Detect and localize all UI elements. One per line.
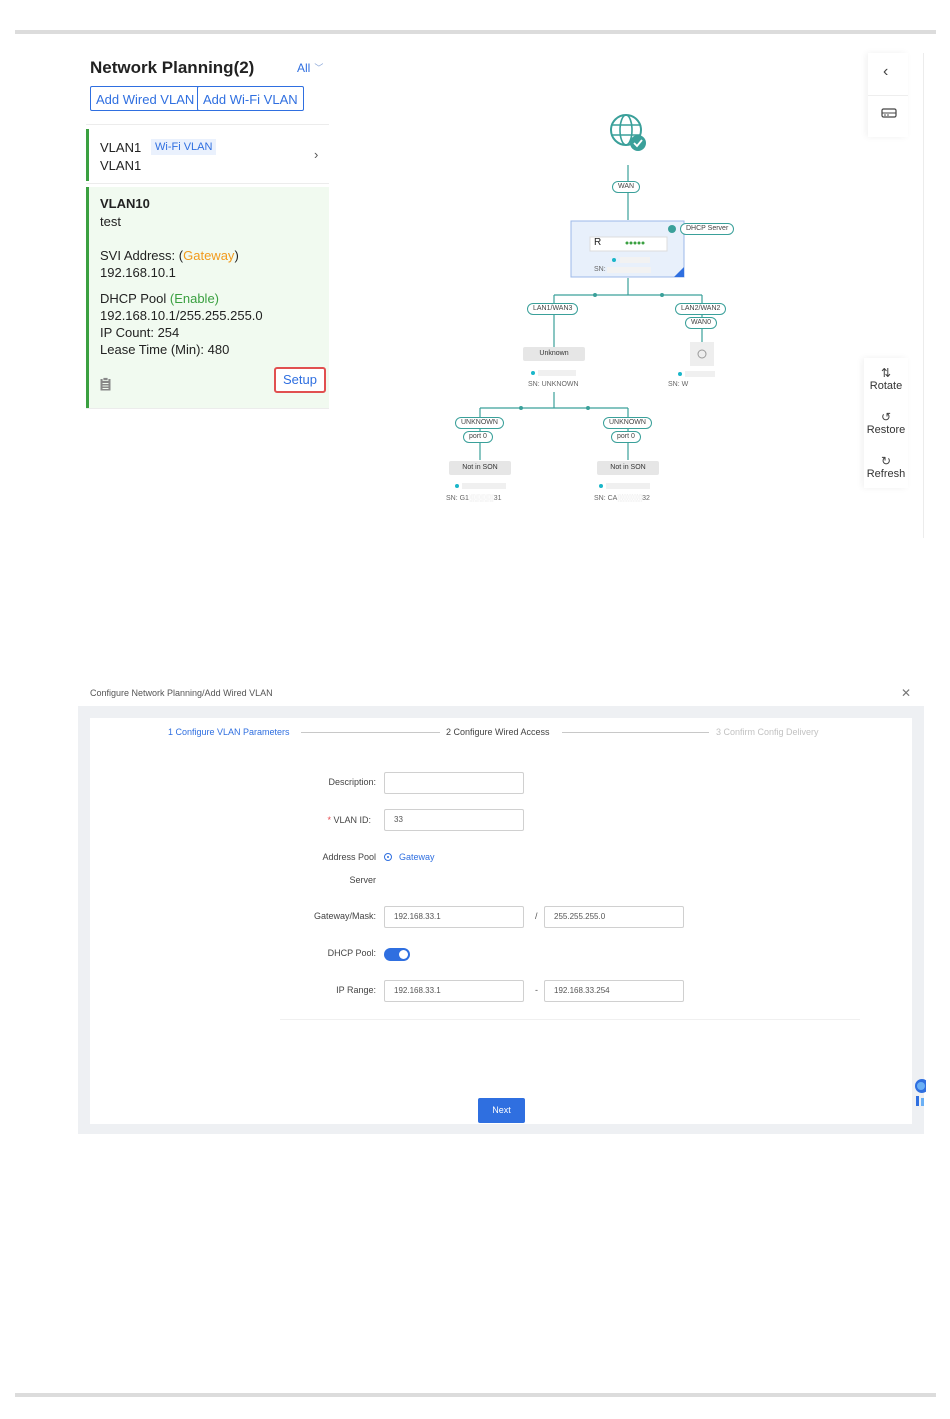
close-icon[interactable]: ✕	[901, 686, 911, 700]
gateway-radio[interactable]	[384, 853, 392, 861]
refresh-icon: ↻	[880, 454, 892, 468]
wifi-vlan-badge: Wi-Fi VLAN	[151, 139, 217, 155]
dialog-title: Configure Network Planning/Add Wired VLA…	[90, 688, 273, 698]
wan0-port-label: WAN0	[685, 317, 717, 329]
ip-count: IP Count: 254	[100, 325, 180, 340]
ip-range-start-input[interactable]: 192.168.33.1	[384, 980, 524, 1002]
ip-range-label: IP Range:	[336, 985, 376, 995]
switch-2-sn: SN: CA░░░░░32	[594, 495, 650, 502]
step-3: 3 Confirm Config Delivery	[716, 727, 819, 737]
wan-label: WAN	[612, 181, 641, 193]
restore-icon: ↺	[880, 410, 892, 424]
collapse-icon[interactable]: ‹	[883, 63, 888, 81]
step-1: 1 Configure VLAN Parameters	[168, 727, 290, 737]
router-sn: SN:	[594, 266, 606, 273]
list-divider	[86, 183, 329, 184]
port-label-2: port 0	[611, 431, 641, 443]
rotate-button[interactable]: ⇅ Rotate	[864, 366, 908, 392]
restore-label: Restore	[866, 424, 906, 436]
lan1-port-label: LAN1/WAN3	[527, 303, 579, 315]
lan2-port-label: LAN2/WAN2	[675, 303, 727, 315]
panel-edge	[923, 53, 924, 538]
router-label: R	[594, 237, 602, 248]
list-divider	[86, 408, 329, 409]
gateway-input[interactable]: 192.168.33.1	[384, 906, 524, 928]
switch-device-1[interactable]: Not in SON	[449, 461, 511, 475]
unknown-label-1: UNKNOWN	[455, 417, 504, 429]
device-list-icon[interactable]	[881, 108, 897, 118]
vlan-list-item-vlan10[interactable]: VLAN10 test SVI Address: (Gateway) 192.1…	[86, 187, 329, 408]
dhcp-pool-label: DHCP Pool:	[327, 948, 376, 958]
vlan-description: VLAN1	[100, 158, 142, 173]
mask-separator: /	[535, 911, 538, 921]
chevron-down-icon: ﹀	[314, 63, 324, 73]
range-separator: -	[535, 985, 538, 995]
chevron-right-icon[interactable]: ›	[314, 147, 318, 162]
svi-mode: Gateway	[183, 248, 235, 263]
gateway-mask-label: Gateway/Mask:	[313, 911, 376, 921]
unknown-label-2: UNKNOWN	[603, 417, 652, 429]
assistant-icon[interactable]	[910, 1078, 926, 1108]
filter-label: All	[297, 61, 311, 75]
mask-input[interactable]: 255.255.255.0	[544, 906, 684, 928]
toolbar-divider	[868, 95, 908, 96]
rotate-icon: ⇅	[880, 366, 892, 380]
bottom-divider	[15, 1393, 936, 1397]
lease-time: Lease Time (Min): 480	[100, 342, 230, 357]
next-button[interactable]: Next	[478, 1098, 525, 1123]
add-wired-vlan-button[interactable]: Add Wired VLAN	[90, 86, 201, 111]
description-label: Description:	[328, 777, 376, 787]
list-divider	[86, 124, 329, 125]
dhcp-server-badge: DHCP Server	[680, 223, 735, 235]
unknown-device[interactable]: Unknown	[523, 347, 585, 361]
unknown-device-sn: SN: UNKNOWN	[528, 381, 579, 388]
dhcp-state: (Enable)	[169, 291, 219, 306]
step-connector	[301, 732, 440, 733]
vlan-name: VLAN1	[100, 140, 142, 155]
ip-range-end-input[interactable]: 192.168.33.254	[544, 980, 684, 1002]
vlan-description: test	[100, 214, 121, 229]
vlan-id-label: * VLAN ID:	[327, 815, 371, 825]
clipboard-icon[interactable]	[100, 377, 111, 391]
internet-globe-icon	[610, 114, 646, 151]
dhcp-pool-label: DHCP Pool (Enable)	[100, 291, 219, 306]
side-toolbar: ‹	[868, 53, 908, 137]
network-topology: WAN DHCP Server R SN: LAN1/WAN3 LAN2/WAN…	[440, 110, 760, 510]
view-tools: ⇅ Rotate ↺ Restore ↻ Refresh	[864, 358, 908, 488]
dhcp-range: 192.168.10.1/255.255.255.0	[100, 308, 263, 323]
svi-address-value: 192.168.10.1	[100, 265, 176, 280]
refresh-button[interactable]: ↻ Refresh	[864, 454, 908, 480]
svi-address-label: SVI Address: (Gateway)	[100, 248, 239, 263]
refresh-label: Refresh	[866, 468, 906, 480]
ap-device-sn: SN: W	[668, 381, 689, 388]
vlan-name: VLAN10	[100, 196, 150, 211]
filter-dropdown[interactable]: All ﹀	[297, 61, 323, 75]
vlan-id-input[interactable]: 33	[384, 809, 524, 831]
switch-device-2[interactable]: Not in SON	[597, 461, 659, 475]
address-pool-label-cont: Server	[349, 875, 376, 885]
vlan-list-item-vlan1[interactable]: VLAN1 Wi-Fi VLAN VLAN1 ›	[86, 129, 329, 181]
top-divider	[15, 30, 936, 34]
rotate-label: Rotate	[869, 380, 903, 392]
address-pool-label: Address Pool	[322, 852, 376, 862]
setup-button[interactable]: Setup	[274, 367, 326, 393]
step-2: 2 Configure Wired Access	[446, 727, 550, 737]
page-title: Network Planning(2)	[90, 58, 255, 77]
add-wifi-vlan-button[interactable]: Add Wi-Fi VLAN	[197, 86, 304, 111]
restore-button[interactable]: ↺ Restore	[864, 410, 908, 436]
port-label-1: port 0	[463, 431, 493, 443]
step-connector	[562, 732, 709, 733]
description-input[interactable]	[384, 772, 524, 794]
gateway-option-label[interactable]: Gateway	[399, 852, 435, 862]
form-divider	[280, 1019, 860, 1020]
switch-1-sn: SN: G1░░░░░31	[446, 495, 502, 502]
dhcp-pool-toggle[interactable]	[384, 948, 410, 961]
